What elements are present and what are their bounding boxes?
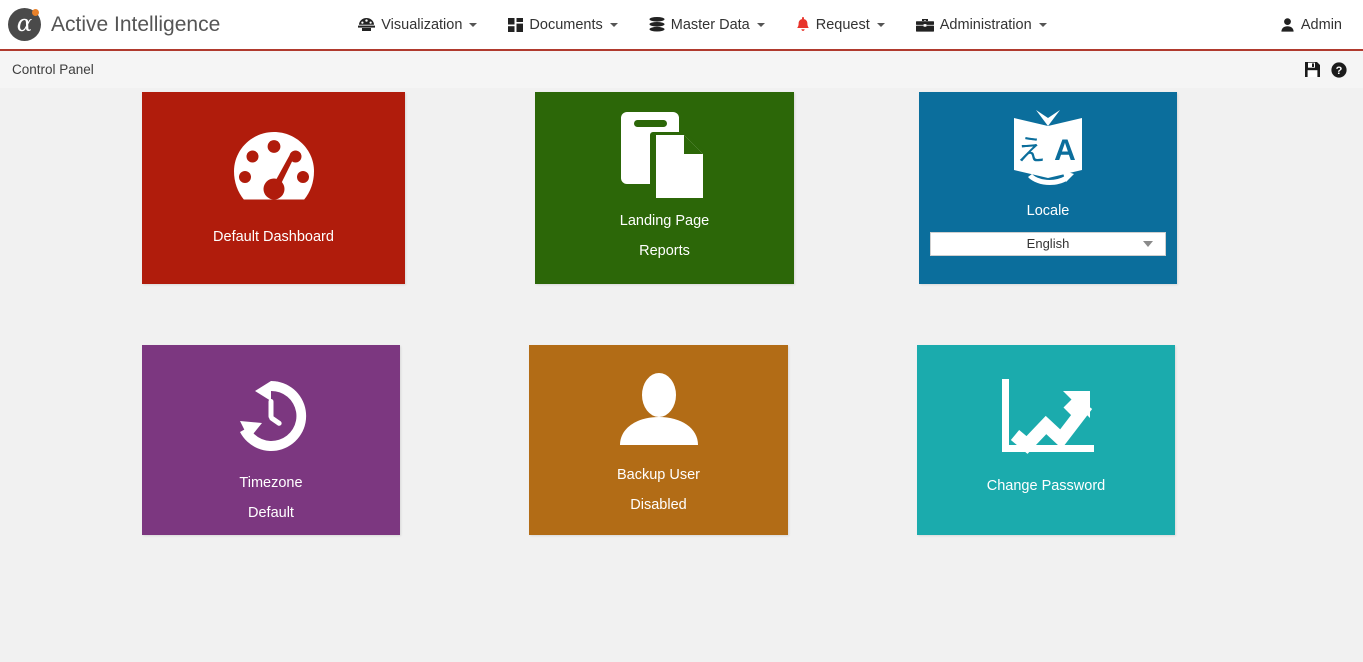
documents-icon — [508, 17, 524, 32]
translate-icon: え A — [1006, 108, 1090, 196]
nav-item-administration[interactable]: Administration — [915, 16, 1047, 33]
tile-label: Locale — [1026, 203, 1070, 219]
chevron-down-icon — [609, 22, 618, 27]
nav-label-documents: Documents — [529, 16, 603, 33]
user-menu-label: Admin — [1300, 16, 1342, 33]
tile-label: Landing Page — [619, 213, 710, 229]
page-actions: ? — [1305, 61, 1347, 78]
locale-select[interactable]: English — [930, 231, 1166, 256]
app-logo-icon: α — [8, 8, 41, 41]
tile-sub-label: Reports — [639, 242, 690, 259]
tile-backup-user[interactable]: Backup User Disabled — [529, 345, 788, 535]
save-icon[interactable] — [1305, 62, 1320, 77]
tile-landing-page[interactable]: Landing Page Reports — [535, 92, 794, 284]
user-icon — [1281, 17, 1294, 32]
tile-label: Default Dashboard — [213, 229, 334, 245]
nav-item-request[interactable]: Request — [796, 17, 885, 33]
tile-label: Backup User — [616, 467, 700, 483]
clock-history-icon — [228, 377, 314, 455]
user-menu[interactable]: Admin — [1281, 17, 1349, 33]
page-title: Control Panel — [12, 62, 94, 77]
chevron-down-icon — [1038, 22, 1047, 27]
top-navbar: α Active Intelligence Visualization Docu… — [0, 0, 1363, 51]
logo-alpha-glyph: α — [16, 10, 33, 37]
dashboard-icon — [358, 17, 376, 32]
page-subheader: Control Panel ? — [0, 51, 1363, 88]
user-silhouette-icon — [618, 373, 700, 445]
nav-label-request-master-data: Master Data — [670, 16, 750, 33]
tile-sub-label: Disabled — [630, 496, 687, 513]
copy-documents-icon — [617, 110, 713, 202]
app-title: Active Intelligence — [51, 12, 221, 36]
nav-item-visualization[interactable]: Visualization — [358, 16, 478, 33]
nav-item-master-data[interactable]: Master Data — [649, 17, 765, 33]
navbar-right: Admin — [1281, 17, 1349, 33]
briefcase-icon — [915, 18, 934, 32]
control-panel-grid: Default Dashboard Landing Page Reports え — [0, 88, 1363, 662]
chevron-down-icon — [876, 22, 885, 27]
brand[interactable]: α Active Intelligence — [8, 8, 220, 41]
database-icon — [649, 17, 665, 32]
main-menu: Visualization Documents Master Data Requ… — [358, 16, 1047, 33]
chevron-down-icon — [1143, 240, 1153, 247]
bell-icon — [796, 17, 810, 32]
tile-label: Change Password — [986, 478, 1106, 494]
chevron-down-icon — [756, 22, 765, 27]
nav-label-administration: Administration — [939, 16, 1032, 33]
gauge-icon — [228, 126, 320, 210]
svg-text:?: ? — [1336, 65, 1343, 77]
svg-text:A: A — [1054, 134, 1076, 167]
tile-locale[interactable]: え A Locale English — [919, 92, 1177, 284]
help-icon[interactable]: ? — [1331, 61, 1347, 78]
tile-sub-label: Default — [248, 504, 294, 521]
growth-chart-icon — [998, 379, 1094, 455]
nav-label-visualization: Visualization — [381, 16, 463, 33]
locale-selected-value: English — [1026, 236, 1070, 252]
chevron-down-icon — [469, 22, 478, 27]
nav-label-request: Request — [815, 16, 870, 33]
nav-item-documents[interactable]: Documents — [508, 16, 618, 33]
logo-accent-dot — [32, 9, 39, 16]
tile-timezone[interactable]: Timezone Default — [142, 345, 400, 535]
tile-default-dashboard[interactable]: Default Dashboard — [142, 92, 405, 284]
tile-label: Timezone — [239, 475, 303, 491]
svg-text:え: え — [1016, 133, 1045, 167]
tile-change-password[interactable]: Change Password — [917, 345, 1175, 535]
